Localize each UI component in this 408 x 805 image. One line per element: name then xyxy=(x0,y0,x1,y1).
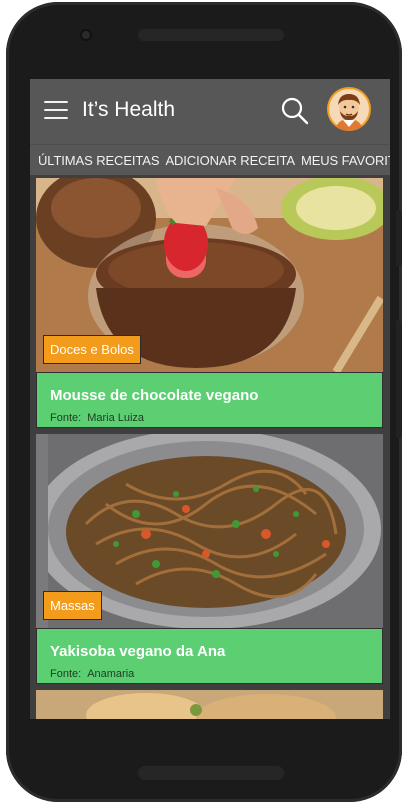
avatar-icon xyxy=(329,89,369,131)
category-badge[interactable]: Doces e Bolos xyxy=(43,335,141,364)
source-label: Fonte: xyxy=(50,668,82,680)
bottom-speaker xyxy=(138,766,284,780)
category-badge[interactable]: Massas xyxy=(43,591,102,620)
source-label: Fonte: xyxy=(50,412,82,424)
recipe-image-yakisoba[interactable]: Massas xyxy=(36,434,383,628)
source-name: Anamaria xyxy=(87,668,135,680)
recipe-image-peek[interactable] xyxy=(36,690,383,719)
recipe-feed: Doces e Bolos Mousse de chocolate vegano… xyxy=(36,178,383,719)
app-title: It’s Health xyxy=(82,98,175,121)
recipe-image-mousse[interactable]: Doces e Bolos xyxy=(36,178,383,372)
volume-button xyxy=(396,210,402,266)
menu-icon[interactable] xyxy=(44,101,68,121)
tab-meus-favoritos[interactable]: MEUS FAVORITOS xyxy=(301,153,390,168)
power-button xyxy=(396,320,402,438)
tab-ultimas-receitas[interactable]: ÚLTIMAS RECEITAS xyxy=(38,153,160,168)
recipe-source: Fonte: Maria Luiza xyxy=(50,412,382,424)
recipe-info[interactable]: Yakisoba vegano da Ana Fonte: Anamaria xyxy=(36,628,383,684)
earpiece-speaker xyxy=(138,29,284,41)
tab-adicionar-receita[interactable]: ADICIONAR RECEITA xyxy=(165,153,295,168)
phone-frame: It’s Health ÚLTIMAS RECEITAS ADICIONAR R… xyxy=(6,2,402,802)
app-screen: It’s Health ÚLTIMAS RECEITAS ADICIONAR R… xyxy=(30,79,390,719)
recipe-card[interactable]: Doces e Bolos Mousse de chocolate vegano… xyxy=(36,178,383,428)
tab-bar: ÚLTIMAS RECEITAS ADICIONAR RECEITA MEUS … xyxy=(30,144,390,175)
source-name: Maria Luiza xyxy=(87,412,145,424)
recipe-info[interactable]: Mousse de chocolate vegano Fonte: Maria L… xyxy=(36,372,383,428)
recipe-source: Fonte: Anamaria xyxy=(50,668,382,680)
recipe-card[interactable]: Massas Yakisoba vegano da Ana Fonte: Anam… xyxy=(36,434,383,684)
recipe-title: Mousse de chocolate vegano xyxy=(50,387,259,404)
search-icon[interactable] xyxy=(280,96,310,126)
avatar[interactable] xyxy=(327,87,371,131)
recipe-title: Yakisoba vegano da Ana xyxy=(50,643,226,660)
front-camera xyxy=(80,29,92,41)
app-bar: It’s Health xyxy=(30,79,390,144)
